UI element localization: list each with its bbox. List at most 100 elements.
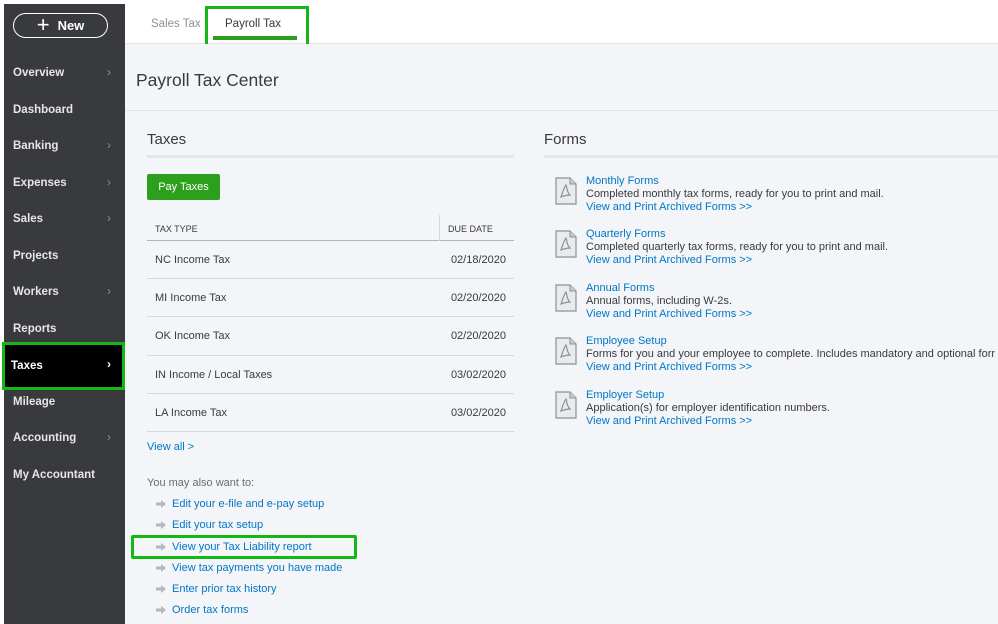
quarterly-forms-link[interactable]: Quarterly Forms [586, 228, 665, 240]
enter-prior-tax-history-link[interactable]: Enter prior tax history [156, 583, 277, 595]
left-nav-sidebar: + New Overview › Dashboard Banking › Exp… [2, 4, 125, 624]
tab-highlight-box [205, 6, 309, 48]
nav-item-label: My Accountant [13, 469, 95, 481]
nav-item-workers[interactable]: Workers › [4, 274, 125, 310]
chevron-right-icon: › [107, 175, 111, 189]
form-description: Annual forms, including W-2s. [586, 295, 732, 307]
link-label: View tax payments you have made [172, 562, 343, 574]
chevron-right-icon: › [107, 211, 111, 225]
pdf-document-icon [555, 230, 577, 258]
nav-item-banking[interactable]: Banking › [4, 128, 125, 164]
tab-sales-tax[interactable]: Sales Tax [151, 18, 201, 30]
taxes-section-divider [147, 155, 514, 158]
page-header: Payroll Tax Center [125, 44, 998, 111]
form-item-annual: Annual Forms Annual forms, including W-2… [555, 282, 998, 328]
view-all-link[interactable]: View all > [147, 441, 194, 453]
nav-item-label: Overview [13, 67, 65, 79]
nav-item-accounting[interactable]: Accounting › [4, 420, 125, 456]
view-tax-payments-link[interactable]: View tax payments you have made [156, 562, 342, 574]
plus-icon: + [36, 11, 50, 37]
nav-item-label: Expenses [13, 177, 67, 189]
archived-forms-link[interactable]: View and Print Archived Forms >> [586, 201, 752, 213]
pay-taxes-button[interactable]: Pay Taxes [147, 174, 220, 200]
table-header: TAX TYPE DUE DATE [147, 215, 514, 241]
also-want-heading: You may also want to: [147, 477, 255, 489]
due-date-cell: 02/18/2020 [450, 254, 506, 266]
nav-item-dashboard[interactable]: Dashboard [4, 92, 125, 128]
link-label: Edit your tax setup [172, 519, 264, 531]
table-row: NC Income Tax 02/18/2020 [147, 241, 514, 280]
nav-item-my-accountant[interactable]: My Accountant [4, 457, 125, 493]
link-label: Edit your e-file and e-pay setup [172, 498, 325, 510]
table-row: IN Income / Local Taxes 03/02/2020 [147, 356, 514, 394]
table-row: OK Income Tax 02/20/2020 [147, 317, 514, 356]
nav-item-label: Reports [13, 323, 57, 335]
pdf-document-icon [555, 177, 577, 205]
tab-bar: Sales Tax Payroll Tax [125, 4, 998, 48]
archived-forms-link[interactable]: View and Print Archived Forms >> [586, 361, 752, 373]
chevron-right-icon: › [107, 138, 111, 152]
pdf-document-icon [555, 391, 577, 419]
tax-due-table: TAX TYPE DUE DATE NC Income Tax 02/18/20… [147, 215, 514, 432]
nav-item-mileage[interactable]: Mileage [4, 384, 125, 420]
form-item-employee-setup: Employee Setup Forms for you and your em… [555, 335, 998, 381]
chevron-right-icon: › [107, 284, 111, 298]
tax-type-cell: LA Income Tax [155, 406, 227, 419]
order-tax-forms-link[interactable]: Order tax forms [156, 604, 248, 616]
form-description: Application(s) for employer identificati… [586, 402, 830, 414]
chevron-right-icon: › [107, 357, 111, 371]
nav-item-label: Workers [13, 286, 59, 298]
form-description: Forms for you and your employee to compl… [586, 348, 996, 360]
pdf-document-icon [555, 337, 577, 365]
new-button-label: New [57, 18, 85, 33]
arrow-right-icon [156, 500, 166, 508]
form-description: Completed quarterly tax forms, ready for… [586, 241, 889, 253]
pdf-document-icon [555, 284, 577, 312]
arrow-right-icon [156, 521, 166, 529]
archived-forms-link[interactable]: View and Print Archived Forms >> [586, 254, 752, 266]
nav-item-expenses[interactable]: Expenses › [4, 165, 125, 201]
tax-type-cell: OK Income Tax [155, 330, 230, 343]
column-header-due-date: DUE DATE [439, 215, 493, 241]
new-button[interactable]: + New [13, 13, 108, 38]
tax-liability-highlight-box [131, 535, 357, 559]
arrow-right-icon [156, 606, 166, 614]
edit-tax-setup-link[interactable]: Edit your tax setup [156, 519, 263, 531]
form-item-monthly: Monthly Forms Completed monthly tax form… [555, 175, 998, 221]
table-row: MI Income Tax 02/20/2020 [147, 279, 514, 318]
forms-section-title: Forms [544, 131, 587, 148]
nav-item-label: Projects [13, 250, 59, 262]
nav-item-sales[interactable]: Sales › [4, 201, 125, 237]
arrow-right-icon [156, 585, 166, 593]
forms-section-divider [544, 155, 998, 158]
employee-setup-link[interactable]: Employee Setup [586, 335, 667, 347]
archived-forms-link[interactable]: View and Print Archived Forms >> [586, 415, 752, 427]
nav-item-taxes[interactable]: Taxes › [2, 342, 125, 390]
link-label: Enter prior tax history [172, 583, 277, 595]
nav-item-label: Taxes [11, 360, 43, 372]
tax-type-cell: NC Income Tax [155, 254, 230, 266]
employer-setup-link[interactable]: Employer Setup [586, 389, 664, 401]
column-header-tax-type: TAX TYPE [155, 224, 198, 234]
edit-efile-epay-link[interactable]: Edit your e-file and e-pay setup [156, 498, 324, 510]
tax-type-cell: IN Income / Local Taxes [155, 368, 273, 381]
page-title: Payroll Tax Center [136, 70, 279, 90]
tax-type-cell: MI Income Tax [155, 292, 227, 305]
due-date-cell: 02/20/2020 [450, 292, 506, 305]
nav-item-overview[interactable]: Overview › [4, 55, 125, 91]
table-row: LA Income Tax 03/02/2020 [147, 394, 514, 432]
link-label: Order tax forms [172, 604, 249, 616]
monthly-forms-link[interactable]: Monthly Forms [586, 175, 659, 187]
due-date-cell: 03/02/2020 [450, 406, 506, 419]
nav-item-label: Dashboard [13, 104, 74, 116]
nav-item-label: Mileage [13, 396, 56, 408]
nav-item-label: Sales [13, 213, 44, 225]
nav-item-projects[interactable]: Projects [4, 238, 125, 274]
archived-forms-link[interactable]: View and Print Archived Forms >> [586, 308, 752, 320]
arrow-right-icon [156, 564, 166, 572]
taxes-section-title: Taxes [147, 131, 187, 148]
chevron-right-icon: › [107, 430, 111, 444]
chevron-right-icon: › [107, 65, 111, 79]
annual-forms-link[interactable]: Annual Forms [586, 282, 654, 294]
due-date-cell: 03/02/2020 [450, 368, 506, 381]
